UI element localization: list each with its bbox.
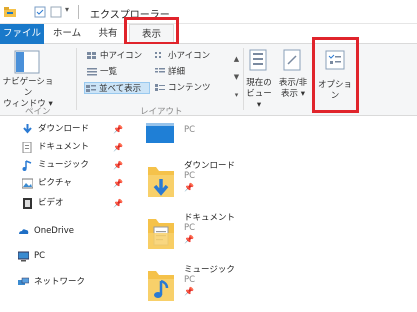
nav-item-label: ダウンロード bbox=[38, 124, 90, 134]
list-item[interactable]: ドキュメント PC 📌 bbox=[144, 211, 404, 259]
show-hide-label-line2: 表示 ▾ bbox=[281, 89, 305, 99]
layout-details-label: 詳細 bbox=[168, 67, 186, 77]
item-location: PC bbox=[184, 125, 196, 135]
item-location: PC bbox=[184, 171, 196, 181]
nav-item-pictures[interactable]: ピクチャ 📌 bbox=[0, 175, 130, 191]
tab-share[interactable]: 共有 bbox=[90, 24, 126, 44]
content-icon bbox=[155, 84, 165, 91]
nav-item-onedrive[interactable]: OneDrive bbox=[0, 223, 126, 239]
music-folder-icon bbox=[148, 271, 174, 301]
downloads-folder-icon bbox=[148, 167, 174, 197]
layout-gallery-scroller[interactable]: ▲ ▼ ▾ bbox=[232, 50, 241, 104]
small-icons-icon bbox=[155, 52, 161, 58]
pin-icon[interactable]: 📌 bbox=[113, 122, 123, 138]
network-icon bbox=[18, 277, 29, 285]
list-icon bbox=[87, 68, 97, 76]
medium-icons-icon bbox=[87, 52, 96, 59]
pin-icon[interactable]: 📌 bbox=[184, 183, 194, 192]
nav-item-label: PC bbox=[34, 251, 46, 261]
layout-list-label: 一覧 bbox=[100, 67, 118, 77]
nav-item-downloads[interactable]: ダウンロード 📌 bbox=[0, 121, 130, 137]
layout-small-icons-label: 小アイコン bbox=[168, 51, 211, 61]
tab-file[interactable]: ファイル bbox=[0, 24, 44, 44]
picture-icon bbox=[22, 178, 33, 189]
item-location: PC bbox=[184, 275, 196, 285]
file-list: PC ダウンロード PC 📌 ドキュメント PC 📌 ミュージック PC 📌 bbox=[130, 117, 417, 312]
pin-icon[interactable]: 📌 bbox=[113, 176, 123, 192]
cloud-icon bbox=[19, 229, 29, 234]
nav-item-music[interactable]: ミュージック 📌 bbox=[0, 157, 130, 173]
pin-icon[interactable]: 📌 bbox=[113, 158, 123, 174]
navigation-pane: ダウンロード 📌 ドキュメント 📌 ミュージック 📌 ピクチャ 📌 ビデオ 📌 … bbox=[0, 117, 130, 312]
layout-tiles[interactable]: 並べて表示 bbox=[84, 82, 150, 94]
current-view-icon[interactable] bbox=[248, 49, 268, 71]
layout-group-label: レイアウト bbox=[140, 107, 183, 117]
item-location: PC bbox=[184, 223, 196, 233]
new-folder-icon[interactable] bbox=[50, 6, 62, 18]
show-hide-icon[interactable] bbox=[282, 49, 302, 71]
layout-list[interactable]: 一覧 bbox=[86, 66, 150, 78]
show-hide-button[interactable]: 表示/非 表示 ▾ bbox=[276, 78, 310, 100]
nav-item-network[interactable]: ネットワーク bbox=[0, 274, 126, 290]
tab-home[interactable]: ホーム bbox=[46, 24, 88, 44]
layout-small-icons[interactable]: 小アイコン bbox=[154, 50, 224, 62]
quick-access-dropdown-icon[interactable]: ▾ bbox=[65, 5, 69, 14]
pane-group-label: ペイン bbox=[25, 107, 51, 117]
layout-details[interactable]: 詳細 bbox=[154, 66, 224, 78]
options-highlight bbox=[312, 37, 359, 113]
navigation-pane-label-line1: ナビゲーション bbox=[2, 77, 54, 98]
scroll-up-icon[interactable]: ▲ bbox=[232, 50, 241, 68]
ribbon-separator bbox=[76, 48, 77, 110]
list-item[interactable]: ダウンロード PC 📌 bbox=[144, 159, 404, 207]
show-hide-label-line1: 表示/非 bbox=[278, 78, 308, 88]
layout-medium-icons-label: 中アイコン bbox=[100, 51, 143, 61]
item-name: ドキュメント bbox=[184, 213, 236, 223]
folder-app-icon[interactable] bbox=[4, 6, 16, 18]
navigation-pane-icon[interactable] bbox=[14, 50, 40, 74]
item-name: ミュージック bbox=[184, 265, 235, 275]
pin-icon[interactable]: 📌 bbox=[184, 287, 194, 296]
list-item[interactable]: ミュージック PC 📌 bbox=[144, 263, 404, 311]
download-arrow-icon bbox=[23, 124, 32, 134]
title-separator bbox=[78, 5, 79, 19]
nav-item-label: ミュージック bbox=[38, 160, 89, 170]
gallery-expand-icon[interactable]: ▾ bbox=[232, 86, 241, 104]
pc-icon bbox=[18, 251, 29, 262]
nav-item-label: ピクチャ bbox=[38, 178, 72, 188]
current-view-label-line2: ビュー ▾ bbox=[246, 89, 272, 110]
pin-icon[interactable]: 📌 bbox=[113, 140, 123, 156]
layout-medium-icons[interactable]: 中アイコン bbox=[86, 50, 150, 62]
list-item[interactable]: PC bbox=[144, 117, 404, 151]
details-icon bbox=[155, 68, 165, 73]
current-view-label-line1: 現在の bbox=[246, 78, 272, 88]
properties-icon[interactable] bbox=[34, 6, 46, 18]
nav-item-label: ネットワーク bbox=[34, 277, 86, 287]
layout-content[interactable]: コンテンツ bbox=[154, 82, 224, 94]
nav-item-label: ドキュメント bbox=[38, 142, 90, 152]
nav-item-label: OneDrive bbox=[34, 226, 74, 236]
nav-item-label: ビデオ bbox=[38, 198, 64, 208]
layout-tiles-label: 並べて表示 bbox=[99, 84, 142, 94]
item-name: ダウンロード bbox=[184, 161, 236, 171]
pin-icon[interactable]: 📌 bbox=[184, 235, 194, 244]
title-bar: ▾ エクスプローラー bbox=[0, 0, 417, 24]
tiles-icon bbox=[86, 85, 96, 92]
desktop-folder-icon bbox=[146, 123, 174, 143]
nav-item-pc[interactable]: PC bbox=[0, 248, 126, 264]
music-note-icon bbox=[22, 160, 32, 171]
pin-icon[interactable]: 📌 bbox=[113, 196, 123, 212]
nav-item-videos[interactable]: ビデオ 📌 bbox=[0, 195, 130, 211]
layout-content-label: コンテンツ bbox=[168, 83, 211, 93]
documents-folder-icon bbox=[148, 219, 174, 249]
view-tab-highlight bbox=[124, 17, 179, 45]
document-icon bbox=[22, 142, 32, 153]
scroll-down-icon[interactable]: ▼ bbox=[232, 68, 241, 86]
video-icon bbox=[23, 198, 32, 209]
current-view-button[interactable]: 現在の ビュー ▾ bbox=[244, 78, 274, 111]
nav-item-documents[interactable]: ドキュメント 📌 bbox=[0, 139, 130, 155]
